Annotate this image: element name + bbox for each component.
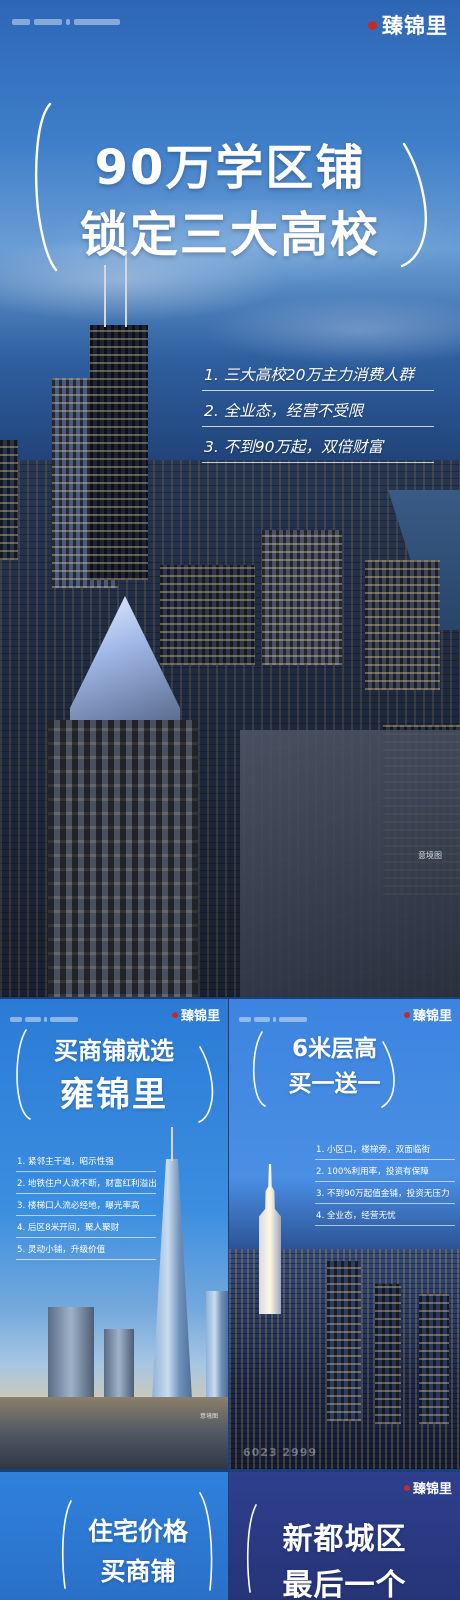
building-left-1 bbox=[48, 1307, 94, 1399]
developer-mark bbox=[10, 1009, 100, 1022]
brand-logo-text: 臻锦里 bbox=[382, 13, 448, 38]
skyscraper-main bbox=[90, 325, 148, 580]
building-far-left bbox=[0, 440, 18, 560]
selling-point: 4. 全业态，经营无忧 bbox=[315, 1210, 455, 1226]
hero-selling-points: 1. 三大高校20万主力消费人群 2. 全业态，经营不受限 3. 不到90万起，… bbox=[202, 364, 434, 472]
image-credit: 意境图 bbox=[418, 851, 442, 860]
selling-point: 5. 灵动小铺，升级价值 bbox=[16, 1244, 156, 1260]
selling-point: 4. 后区8米开间，聚人聚财 bbox=[16, 1222, 156, 1238]
panel-title-line1: 买商铺就选 bbox=[54, 1037, 174, 1065]
poster-panel-bottom-left: 住宅价格 买商铺 bbox=[0, 1472, 228, 1600]
brand-logo-text: 臻锦里 bbox=[412, 1009, 452, 1024]
selling-point: 3. 楼梯口人流必经地，曝光率高 bbox=[16, 1200, 156, 1216]
panel-title-line1: 住宅价格 bbox=[87, 1517, 188, 1546]
nyc-tower-3 bbox=[419, 1294, 449, 1424]
building-right-1 bbox=[206, 1291, 228, 1399]
plaza-ground bbox=[0, 1397, 228, 1469]
panel-title-line2: 雍锦里 bbox=[60, 1075, 168, 1115]
seal-icon bbox=[171, 1011, 178, 1018]
selling-point: 1. 三大高校20万主力消费人群 bbox=[202, 364, 434, 391]
seal-icon bbox=[403, 1011, 410, 1018]
gothic-tower-body bbox=[48, 720, 198, 997]
panel-title-line1: 新都城区 bbox=[282, 1522, 407, 1557]
building-cluster-3 bbox=[160, 565, 255, 665]
skyscraper-antenna-left bbox=[104, 265, 106, 327]
brand-logo: 臻锦里 bbox=[403, 1478, 452, 1497]
freedom-tower bbox=[152, 1159, 192, 1399]
selling-point: 2. 100%利用率，投资有保障 bbox=[315, 1166, 455, 1182]
image-credit: 意境图 bbox=[199, 1413, 218, 1420]
poster-panel-bottom-right: 臻锦里 新都城区 最后一个 bbox=[229, 1472, 460, 1600]
empire-state-building bbox=[259, 1164, 281, 1314]
seal-icon bbox=[368, 20, 377, 30]
building-cluster-1 bbox=[262, 530, 342, 665]
panel-title-line2: 买一送一 bbox=[288, 1071, 381, 1097]
developer-mark bbox=[12, 11, 162, 25]
brand-logo: 臻锦里 bbox=[403, 1005, 452, 1024]
hero-headline-line1: 90万学区铺 bbox=[94, 140, 366, 196]
selling-point: 1. 小区口，楼梯旁，双面临街 bbox=[315, 1144, 455, 1160]
brand-logo-text: 臻锦里 bbox=[180, 1009, 220, 1024]
hero-headline-line2: 锁定三大高校 bbox=[79, 207, 380, 263]
brand-logo-text: 臻锦里 bbox=[412, 1482, 452, 1497]
panel-selling-points: 1. 小区口，楼梯旁，双面临街 2. 100%利用率，投资有保障 3. 不到90… bbox=[315, 1144, 455, 1232]
nyc-tower-2 bbox=[375, 1284, 401, 1424]
building-left-2 bbox=[104, 1329, 134, 1399]
building-cluster-2 bbox=[365, 560, 440, 690]
seal-icon bbox=[403, 1484, 410, 1491]
poster-panel-left: 臻锦里 买商铺就选 雍锦里 1. 紧邻主干道，昭示性强 2. 地铁住户人流不断，… bbox=[0, 999, 228, 1469]
freedom-tower-antenna bbox=[171, 1127, 173, 1161]
panel-title-line2: 最后一个 bbox=[282, 1568, 407, 1600]
panel-title-line2: 买商铺 bbox=[100, 1557, 176, 1586]
selling-point: 3. 不到90万起，双倍财富 bbox=[202, 436, 434, 463]
nyc-tower-1 bbox=[327, 1261, 361, 1421]
selling-point: 3. 不到90万起值金铺，投资无压力 bbox=[315, 1188, 455, 1204]
selling-point: 1. 紧邻主干道，昭示性强 bbox=[16, 1156, 156, 1172]
brand-logo: 臻锦里 bbox=[368, 10, 448, 40]
brand-bar: 臻锦里 bbox=[0, 0, 460, 38]
poster-collage: 臻锦里 90万学区铺 锁定三大高校 1. 三大高校20万主力消费人群 2. 全业… bbox=[0, 0, 460, 1600]
foreground-rooftops bbox=[240, 730, 460, 997]
brand-logo: 臻锦里 bbox=[171, 1005, 220, 1024]
hero-panel: 臻锦里 90万学区铺 锁定三大高校 1. 三大高校20万主力消费人群 2. 全业… bbox=[0, 0, 460, 997]
poster-panel-right: 臻锦里 6米层高 买一送一 1. 小区口，楼梯旁，双面临街 2. 100%利用率… bbox=[229, 999, 460, 1469]
selling-point: 2. 地铁住户人流不断，财富红利溢出 bbox=[16, 1178, 157, 1194]
developer-mark bbox=[239, 1009, 329, 1022]
panel-selling-points: 1. 紧邻主干道，昭示性强 2. 地铁住户人流不断，财富红利溢出 3. 楼梯口人… bbox=[16, 1156, 157, 1266]
panel-title-line1: 6米层高 bbox=[291, 1036, 377, 1062]
hotline-number: 6023 2999 bbox=[243, 1446, 318, 1459]
selling-point: 2. 全业态，经营不受限 bbox=[202, 400, 434, 427]
